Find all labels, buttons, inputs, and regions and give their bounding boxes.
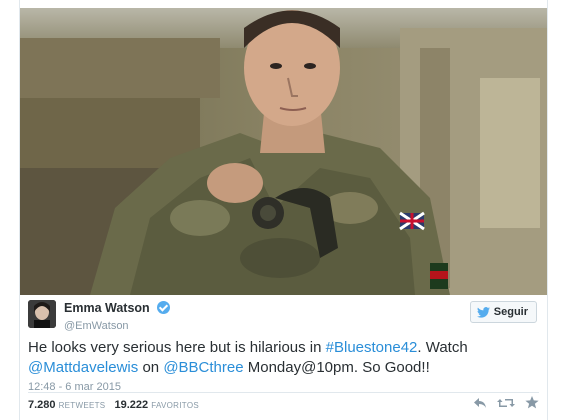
tweet-header: Emma Watson @EmWatson Seguir: [20, 296, 547, 336]
hashtag-link[interactable]: #Bluestone42: [326, 339, 418, 356]
retweet-icon[interactable]: [497, 396, 515, 414]
author-names: Emma Watson @EmWatson: [64, 299, 171, 332]
follow-button[interactable]: Seguir: [469, 301, 537, 323]
author-screen-name[interactable]: @EmWatson: [64, 320, 170, 332]
tweet-actions: [473, 396, 539, 414]
favorites-count[interactable]: 19.222: [115, 399, 149, 411]
tweet-text-segment: He looks very serious here but is hilari…: [28, 339, 326, 356]
verified-badge-icon: [157, 301, 171, 315]
divider: [28, 392, 539, 393]
retweets-label: RETWEETS: [58, 401, 106, 410]
mention-link[interactable]: @Mattdavelewis: [28, 359, 138, 376]
author-avatar[interactable]: [28, 300, 56, 328]
twitter-bird-icon: [476, 306, 490, 318]
retweets-count[interactable]: 7.280: [28, 399, 56, 411]
reply-icon[interactable]: [473, 396, 487, 414]
favorites-label: FAVORITOS: [151, 401, 199, 410]
tweet-stats: 7.280 RETWEETS 19.222 FAVORITOS: [28, 399, 205, 411]
follow-button-label: Seguir: [493, 306, 528, 318]
mention-link[interactable]: @BBCthree: [163, 359, 243, 376]
soldier-photo: [20, 8, 547, 295]
tweet-text-segment: Monday@10pm. So Good!!: [243, 359, 430, 376]
tweet-photo[interactable]: [20, 8, 547, 295]
author-display-name[interactable]: Emma Watson: [64, 301, 150, 315]
star-icon[interactable]: [525, 396, 539, 414]
tweet-text-segment: on: [138, 359, 164, 376]
tweet-text: He looks very serious here but is hilari…: [28, 338, 538, 378]
tweet-card: Emma Watson @EmWatson Seguir He looks ve…: [19, 0, 548, 420]
tweet-text-segment: . Watch: [417, 339, 468, 356]
